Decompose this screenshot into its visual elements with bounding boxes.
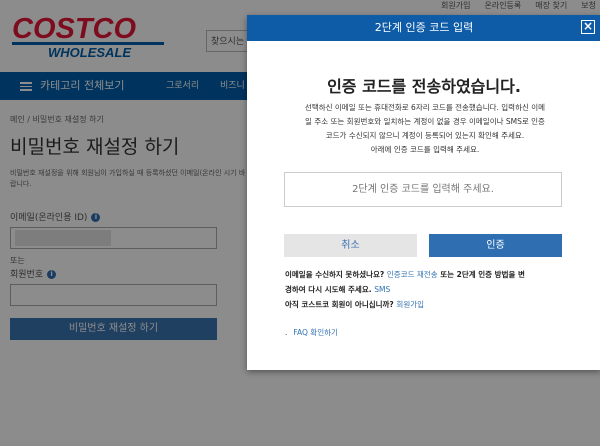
verify-button[interactable]: 인증 [429, 234, 562, 257]
close-icon[interactable]: × [581, 20, 595, 34]
help-text-continued: 또는 2단계 인증 방법을 변 [440, 270, 525, 279]
faq-link[interactable]: FAQ 확인하기 [293, 328, 338, 337]
faq-bullet: . [285, 328, 288, 337]
help-line-2: 경하여 다시 시도해 주세요. SMS [285, 282, 575, 297]
modal-desc-line: 일 주소 또는 회원번호와 일치하는 계정이 없을 경우 이메일이나 SMS로 … [305, 117, 545, 126]
help-question: 이메일을 수신하지 못하셨나요? [285, 270, 385, 279]
help-line-1: 이메일을 수신하지 못하셨나요? 인증코드 재전송 또는 2단계 인증 방법을 … [285, 267, 575, 282]
modal-header: 2단계 인증 코드 입력 × [247, 15, 600, 41]
modal-desc-line: 선택하신 이메일 또는 휴대전화로 6자리 코드를 전송했습니다. 입력하신 이… [304, 103, 546, 112]
modal-title: 2단계 인증 코드 입력 [374, 21, 474, 34]
modal-description: 선택하신 이메일 또는 휴대전화로 6자리 코드를 전송했습니다. 입력하신 이… [269, 101, 581, 157]
not-member-text: 아직 코스트코 회원이 아니십니까? [285, 300, 394, 309]
help-text: 이메일을 수신하지 못하셨나요? 인증코드 재전송 또는 2단계 인증 방법을 … [285, 267, 575, 312]
help-retry-text: 경하여 다시 시도해 주세요. [285, 285, 372, 294]
modal-heading: 인증 코드를 전송하였습니다. [327, 77, 521, 96]
cancel-button[interactable]: 취소 [284, 234, 417, 257]
modal-desc-line: 아래에 인증 코드를 입력해 주세요. [370, 145, 480, 154]
signup-link[interactable]: 회원가입 [396, 300, 424, 309]
verification-code-input[interactable] [284, 172, 562, 207]
two-factor-modal: 2단계 인증 코드 입력 × 인증 코드를 전송하였습니다. 선택하신 이메일 … [247, 15, 600, 370]
resend-code-link[interactable]: 인증코드 재전송 [387, 270, 438, 279]
sms-link[interactable]: SMS [374, 285, 390, 294]
modal-desc-line: 코드가 수신되지 않으니 계정이 등록되어 있는지 확인해 주세요. [325, 131, 525, 140]
faq-row: . FAQ 확인하기 [285, 327, 338, 338]
help-line-3: 아직 코스트코 회원이 아니십니까? 회원가입 [285, 297, 575, 312]
